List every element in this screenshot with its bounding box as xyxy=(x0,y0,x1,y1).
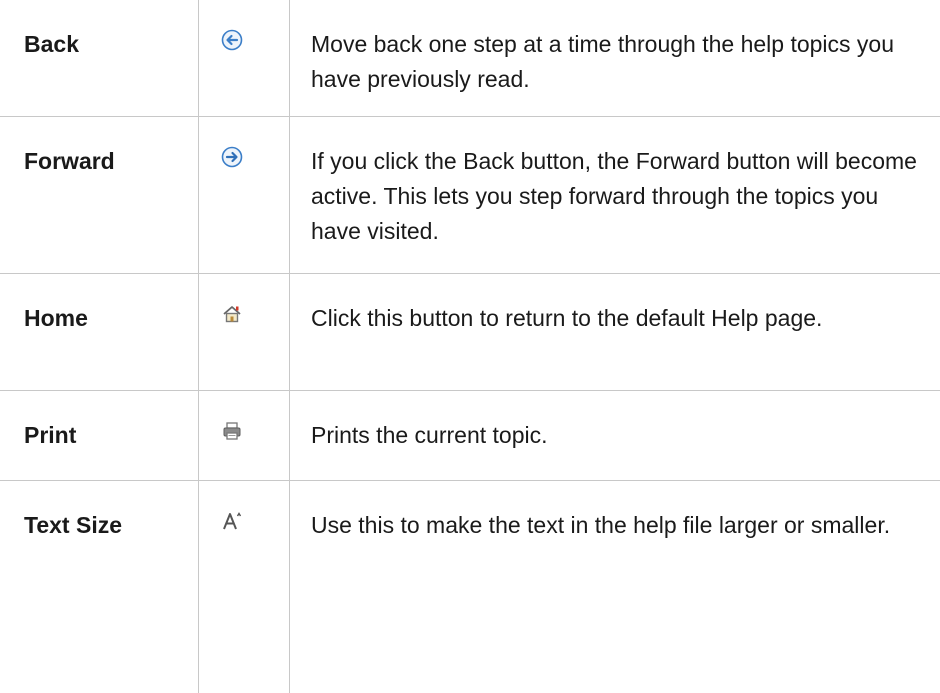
icon-cell xyxy=(199,117,290,274)
text-size-icon xyxy=(199,481,243,532)
description-cell: If you click the Back button, the Forwar… xyxy=(290,117,940,274)
description-home: Click this button to return to the defau… xyxy=(290,274,940,336)
printer-icon xyxy=(199,391,243,442)
icon-cell xyxy=(199,274,290,391)
description-cell: Move back one step at a time through the… xyxy=(290,0,940,117)
description-back: Move back one step at a time through the… xyxy=(290,0,940,97)
icon-cell xyxy=(199,481,290,693)
description-cell: Prints the current topic. xyxy=(290,391,940,481)
description-text-size: Use this to make the text in the help fi… xyxy=(290,481,940,543)
name-cell: Forward xyxy=(0,117,199,274)
name-cell: Print xyxy=(0,391,199,481)
table-row-forward: Forward If you click the Back button, th… xyxy=(0,117,940,274)
table-row-back: Back Move back one step at a time throug… xyxy=(0,0,940,117)
forward-arrow-icon xyxy=(199,117,243,168)
description-cell: Click this button to return to the defau… xyxy=(290,274,940,391)
help-toolbar-table: Back Move back one step at a time throug… xyxy=(0,0,940,693)
table-row-home: Home Click this button to return to the … xyxy=(0,274,940,391)
description-cell: Use this to make the text in the help fi… xyxy=(290,481,940,693)
button-name-print: Print xyxy=(0,391,198,452)
name-cell: Text Size xyxy=(0,481,199,693)
table-row-text-size: Text Size Use this to make the text in t… xyxy=(0,481,940,693)
button-name-forward: Forward xyxy=(0,117,198,178)
icon-cell xyxy=(199,391,290,481)
name-cell: Home xyxy=(0,274,199,391)
button-name-home: Home xyxy=(0,274,198,335)
button-name-text-size: Text Size xyxy=(0,481,198,542)
name-cell: Back xyxy=(0,0,199,117)
description-forward: If you click the Back button, the Forwar… xyxy=(290,117,940,249)
home-icon xyxy=(199,274,243,325)
description-print: Prints the current topic. xyxy=(290,391,940,453)
back-arrow-icon xyxy=(199,0,243,51)
table-row-print: Print Prints the current topic. xyxy=(0,391,940,481)
button-name-back: Back xyxy=(0,0,198,61)
icon-cell xyxy=(199,0,290,117)
